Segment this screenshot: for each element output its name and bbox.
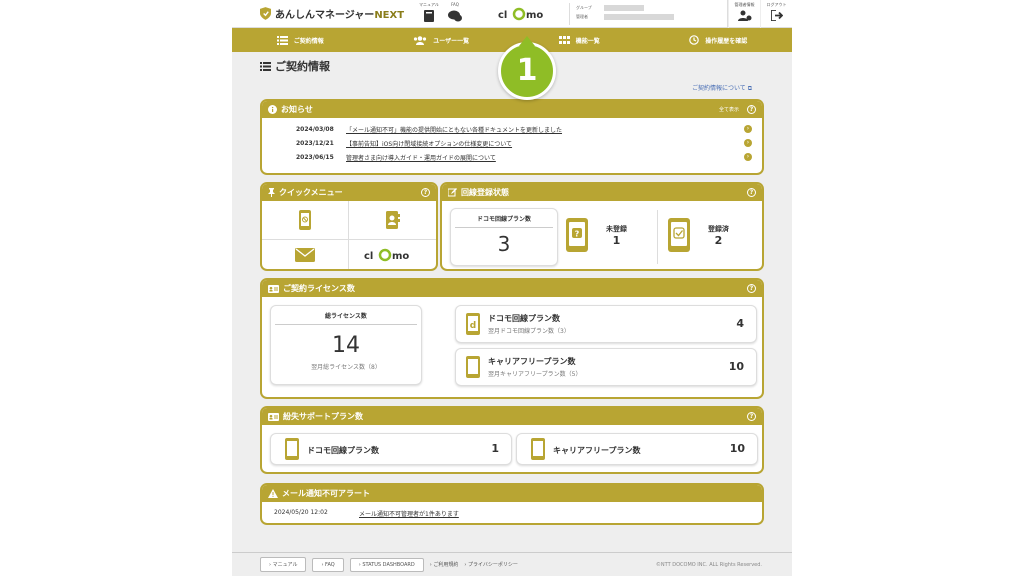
warning-icon xyxy=(268,489,278,498)
clomo-logo[interactable]: cl mo xyxy=(498,7,556,21)
footer: › マニュアル › FAQ › STATUS DASHBOARD › ご利用規約… xyxy=(232,552,792,576)
account-info: グループ 管理者 xyxy=(569,3,695,25)
docomo-plan-card: ドコモ回線プラン数 3 xyxy=(450,208,558,266)
alert-message-link[interactable]: メール通知不可管理者が1件あります xyxy=(359,509,459,518)
page-title: ご契約情報 xyxy=(260,58,330,74)
line-status-header: 回線登録状態 ? xyxy=(442,184,762,201)
quick-menu-device-lock[interactable] xyxy=(262,201,349,240)
mail-icon xyxy=(295,248,315,263)
news-item[interactable]: 2023/06/15 管理者さま向け導入ガイド・運用ガイドの展開について › xyxy=(262,150,762,164)
help-icon[interactable]: ? xyxy=(747,105,756,114)
quick-menu-mail[interactable] xyxy=(262,239,349,269)
pin-icon xyxy=(268,188,275,197)
id-card-icon xyxy=(268,412,279,421)
footer-manual-button[interactable]: › マニュアル xyxy=(260,557,307,572)
contact-book-icon xyxy=(385,210,400,229)
news-item[interactable]: 2023/12/21 【事前告知】iOS向け閉域接続オプションの仕様変更について… xyxy=(262,136,762,150)
faq-button[interactable]: FAQ xyxy=(444,0,466,28)
brand-logo[interactable]: あんしんマネージャーNEXT xyxy=(232,6,418,21)
news-header: お知らせ 全て表示 ? xyxy=(262,101,762,118)
chat-icon xyxy=(448,10,462,21)
help-icon[interactable]: ? xyxy=(747,412,756,421)
footer-terms-link[interactable]: › ご利用規約 xyxy=(430,561,459,568)
copyright: ©NTT DOCOMO INC. ALL Rights Reserved. xyxy=(655,561,762,568)
news-item[interactable]: 2024/03/08 「メール通知不可」機能の提供開始にともない各種ドキュメント… xyxy=(262,122,762,136)
docomo-license-card: d ドコモ回線プラン数 翌月ドコモ回線プラン数（3） 4 xyxy=(455,305,757,343)
svg-text:cl: cl xyxy=(498,10,507,21)
license-header: ご契約ライセンス数 ? xyxy=(262,280,762,297)
app-window: あんしんマネージャーNEXT マニュアル FAQ cl mo グループ 管理者 … xyxy=(232,0,792,576)
shield-icon xyxy=(260,7,271,20)
show-all-link[interactable]: 全て表示 xyxy=(719,106,739,113)
quick-menu-header: クイックメニュー ? xyxy=(262,184,436,201)
logout-icon xyxy=(770,10,783,21)
lost-carrier-free-card: キャリアフリープラン数 10 xyxy=(516,433,758,465)
svg-text:mo: mo xyxy=(392,251,409,262)
mail-alert-header: メール通知不可アラート xyxy=(262,485,762,502)
svg-text:d: d xyxy=(470,321,476,331)
callout-badge: 1 xyxy=(498,42,556,100)
brand-name: あんしんマネージャーNEXT xyxy=(275,10,405,21)
edit-icon xyxy=(448,188,457,197)
lost-support-panel: 紛失サポートプラン数 ? ドコモ回線プラン数 1 キャリアフリープラン数 10 xyxy=(260,406,764,474)
info-icon xyxy=(268,105,277,114)
svg-text:mo: mo xyxy=(526,10,543,21)
clock-icon xyxy=(689,35,700,45)
about-contract-link[interactable]: ご契約情報について ⧉ xyxy=(692,83,752,93)
users-icon xyxy=(414,35,427,45)
help-icon[interactable]: ? xyxy=(421,188,430,197)
manual-button[interactable]: マニュアル xyxy=(418,0,440,28)
registered-status[interactable]: 登録済 2 xyxy=(668,218,729,252)
docomo-d-icon: d xyxy=(466,313,480,335)
chevron-right-icon[interactable]: › xyxy=(744,153,752,161)
nav-users[interactable]: ユーザー一覧 xyxy=(413,35,469,45)
help-icon[interactable]: ? xyxy=(747,188,756,197)
svg-text:?: ? xyxy=(575,230,580,239)
top-header: あんしんマネージャーNEXT マニュアル FAQ cl mo グループ 管理者 … xyxy=(232,0,792,28)
lost-docomo-card: ドコモ回線プラン数 1 xyxy=(270,433,512,465)
id-card-icon xyxy=(268,284,279,293)
quick-menu-panel: クイックメニュー ? cl mo xyxy=(260,182,438,271)
quick-menu-clomo[interactable]: cl mo xyxy=(349,240,436,270)
phone-question-icon: ? xyxy=(566,218,588,252)
chevron-right-icon[interactable]: › xyxy=(744,125,752,133)
logout-button[interactable]: ログアウト xyxy=(760,0,792,28)
book-icon xyxy=(424,9,434,22)
divider xyxy=(657,210,658,264)
mail-alert-panel: メール通知不可アラート 2024/05/20 12:02 メール通知不可管理者が… xyxy=(260,483,764,525)
external-link-icon: ⧉ xyxy=(747,85,752,92)
admin-info-button[interactable]: 管理者情報 xyxy=(728,0,760,28)
nav-functions[interactable]: 機能一覧 xyxy=(558,36,600,45)
clomo-logo: cl mo xyxy=(364,249,409,262)
phone-icon xyxy=(466,356,480,378)
callout-badge-pointer xyxy=(519,36,535,46)
phone-check-icon xyxy=(668,218,690,252)
chevron-right-icon[interactable]: › xyxy=(744,139,752,147)
list-icon xyxy=(276,35,288,45)
phone-icon xyxy=(531,438,545,460)
news-panel: お知らせ 全て表示 ? 2024/03/08 「メール通知不可」機能の提供開始に… xyxy=(260,99,764,175)
phone-block-icon xyxy=(299,209,311,230)
footer-privacy-link[interactable]: › プライバシーポリシー xyxy=(464,561,518,568)
quick-menu-address-book[interactable] xyxy=(349,201,436,240)
line-status-panel: 回線登録状態 ? ドコモ回線プラン数 3 ? 未登録 1 登録済 2 xyxy=(440,182,764,271)
nav-history[interactable]: 操作履歴を確認 xyxy=(689,35,747,45)
admin-value-masked xyxy=(604,13,674,20)
license-panel: ご契約ライセンス数 ? 総ライセンス数 14 翌月総ライセンス数（8） d ドコ… xyxy=(260,278,764,399)
svg-text:cl: cl xyxy=(364,251,373,262)
user-gear-icon xyxy=(737,10,751,21)
lost-support-header: 紛失サポートプラン数 ? xyxy=(262,408,762,425)
grid-list-icon xyxy=(558,36,570,44)
alert-row: 2024/05/20 12:02 メール通知不可管理者が1件あります xyxy=(274,509,459,518)
nav-contract[interactable]: ご契約情報 xyxy=(276,35,324,45)
phone-icon xyxy=(285,438,299,460)
footer-faq-button[interactable]: › FAQ xyxy=(312,557,344,572)
list-icon xyxy=(260,61,271,71)
unregistered-status[interactable]: ? 未登録 1 xyxy=(566,218,627,252)
carrier-free-license-card: キャリアフリープラン数 翌月キャリアフリープラン数（5） 10 xyxy=(455,348,757,386)
group-value-masked xyxy=(604,4,644,11)
footer-status-button[interactable]: › STATUS DASHBOARD xyxy=(349,557,424,572)
help-icon[interactable]: ? xyxy=(747,284,756,293)
total-license-card: 総ライセンス数 14 翌月総ライセンス数（8） xyxy=(270,305,422,385)
